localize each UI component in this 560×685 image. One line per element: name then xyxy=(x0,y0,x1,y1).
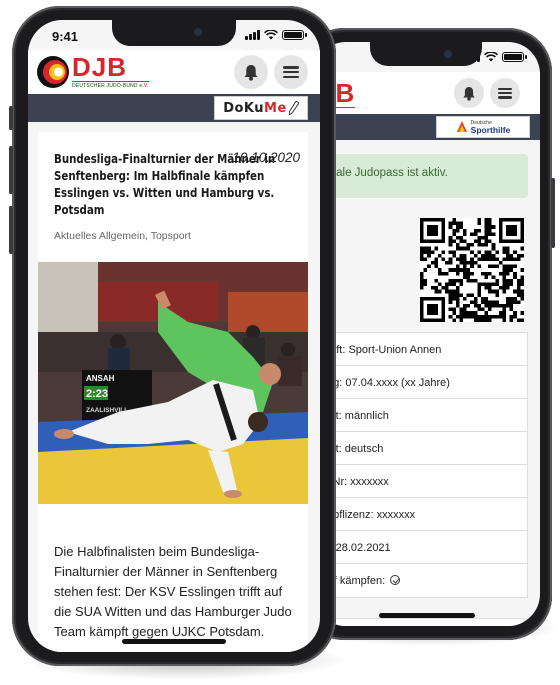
back-phone-screen: JB e.V. Deutsche Sporthilfe g xyxy=(314,42,540,626)
phone-side-button xyxy=(551,178,555,248)
info-row-birthday: tag: 07.04.xxxx (xx Jahre) xyxy=(314,366,527,399)
status-icons xyxy=(245,30,307,40)
info-row-club: haft: Sport-Union Annen xyxy=(314,333,527,366)
check-circle-icon xyxy=(390,575,401,585)
battery-icon xyxy=(282,30,307,40)
sporthilfe-flame-icon xyxy=(456,121,467,132)
front-phone-screen: 9:41 DJB DEUTSCHER JUDO-BUND e.V. DoKuMe… xyxy=(28,20,320,652)
article-date: 10.10.2020 xyxy=(232,150,300,165)
photo-scoreboard-time: 2:23 xyxy=(86,388,108,400)
news-article[interactable]: Bundesliga-Finalturnier der Männer in Se… xyxy=(38,132,308,652)
bell-icon xyxy=(244,64,258,81)
notifications-button[interactable] xyxy=(454,78,484,108)
info-row-gender: cht: männlich xyxy=(314,399,527,432)
judopass-active-alert: gitale Judopass ist aktiv. xyxy=(314,154,528,198)
bell-icon xyxy=(463,86,475,101)
info-row-pass-number: s Nr: xxxxxxx xyxy=(314,465,527,498)
phone-side-button xyxy=(9,146,13,194)
info-row-license: mpflizenz: xxxxxxx xyxy=(314,498,527,531)
home-indicator[interactable] xyxy=(379,613,475,618)
notch xyxy=(370,42,482,66)
djb-logo[interactable]: DJB DEUTSCHER JUDO-BUND e.V. xyxy=(36,54,149,89)
battery-icon xyxy=(502,52,527,62)
info-row-nationality: ität: deutsch xyxy=(314,432,527,465)
hamburger-menu-icon xyxy=(283,66,299,78)
photo-scoreboard-name-1: ANSAH xyxy=(86,374,115,383)
article-photo: ANSAH 2:23 ZAALISHVILI xyxy=(38,262,308,504)
judopass-qr-code xyxy=(420,218,524,322)
app-header: JB e.V. xyxy=(314,72,540,115)
info-row-valid-until: s: 28.02.2021 xyxy=(314,531,527,564)
judo-match-photo: ANSAH 2:23 ZAALISHVILI xyxy=(38,262,308,504)
wifi-icon xyxy=(484,52,498,62)
signal-icon xyxy=(245,30,260,40)
partner-band: DoKuMe xyxy=(28,94,320,122)
article-categories[interactable]: Aktuelles Allgemein, Topsport xyxy=(54,230,191,242)
phone-side-button xyxy=(9,106,13,130)
logo-text: DJB xyxy=(72,52,128,82)
info-row-allowed-to-fight: arf kämpfen: xyxy=(314,564,527,597)
article-header: Bundesliga-Finalturnier der Männer in Se… xyxy=(54,150,300,218)
partner-band: Deutsche Sporthilfe xyxy=(314,114,540,140)
article-body: Die Halbfinalisten beim Bundesliga-Final… xyxy=(54,544,292,639)
hamburger-menu-icon xyxy=(498,87,512,99)
notifications-button[interactable] xyxy=(234,55,268,89)
pen-icon xyxy=(288,101,299,115)
home-indicator[interactable] xyxy=(122,639,226,644)
djb-logo-mark-icon xyxy=(37,55,69,88)
menu-button[interactable] xyxy=(274,55,308,89)
dokume-logo[interactable]: DoKuMe xyxy=(214,96,308,120)
status-time: 9:41 xyxy=(52,29,79,44)
change-license-button[interactable]: Wettkampflizenz ändern xyxy=(314,618,524,626)
dokume-me-text: Me xyxy=(264,100,287,116)
sporthilfe-logo[interactable]: Deutsche Sporthilfe xyxy=(436,116,530,138)
front-camera xyxy=(444,50,452,58)
dokume-text: DoKu xyxy=(223,100,265,116)
notch xyxy=(112,20,236,46)
app-header: DJB DEUTSCHER JUDO-BUND e.V. xyxy=(28,50,320,94)
sporthilfe-name: Sporthilfe xyxy=(470,124,511,135)
phone-side-button xyxy=(9,206,13,254)
menu-button[interactable] xyxy=(490,78,520,108)
logo-subtitle: DEUTSCHER JUDO-BUND e.V. xyxy=(72,81,149,89)
front-phone: 9:41 DJB DEUTSCHER JUDO-BUND e.V. DoKuMe… xyxy=(9,6,336,666)
front-camera xyxy=(194,28,202,36)
wifi-icon xyxy=(264,30,278,40)
pass-info-list: haft: Sport-Union Annen tag: 07.04.xxxx … xyxy=(314,332,528,598)
back-phone: JB e.V. Deutsche Sporthilfe g xyxy=(297,28,555,640)
